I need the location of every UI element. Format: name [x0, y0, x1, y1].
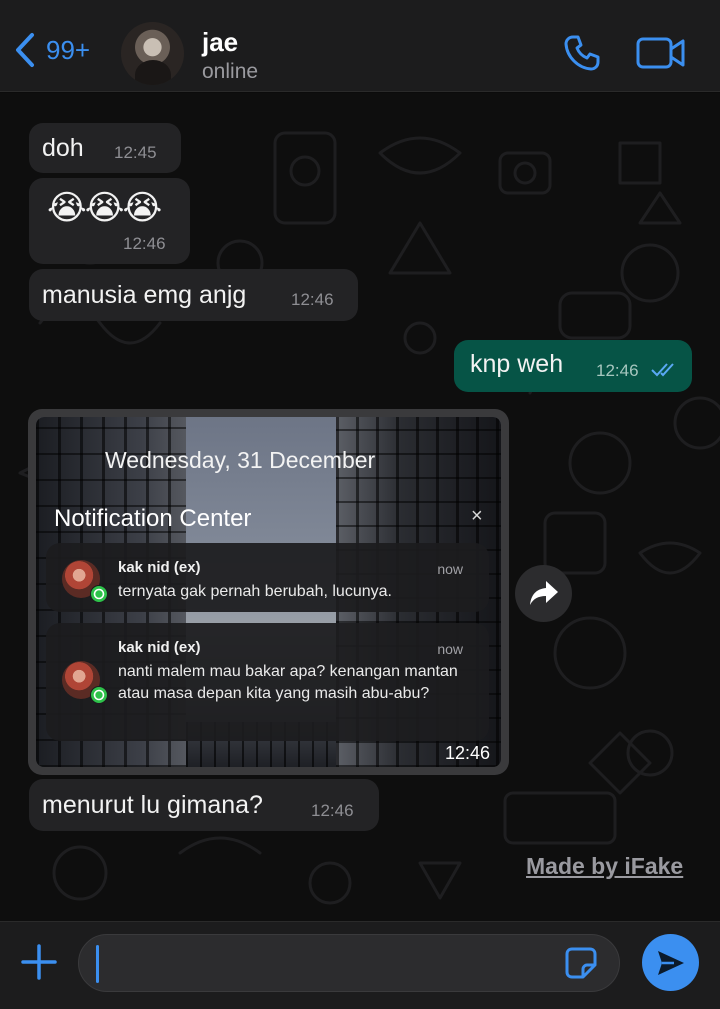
notification-card: kak nid (ex) now ternyata gak pernah ber… [46, 543, 489, 612]
message-text: knp weh [470, 350, 564, 378]
plus-icon[interactable] [20, 943, 58, 981]
contact-name[interactable]: jae [202, 27, 238, 58]
notification-card: kak nid (ex) now nanti malem mau bakar a… [46, 623, 489, 741]
forward-icon [530, 581, 558, 605]
message-field[interactable] [78, 934, 620, 992]
phone-icon[interactable] [562, 33, 602, 73]
chevron-left-icon [16, 33, 34, 67]
message-time: 12:46 [311, 801, 354, 820]
message-bubble[interactable]: menurut lu gimana? 12:46 [29, 779, 379, 831]
message-text: menurut lu gimana? [42, 791, 263, 819]
avatar[interactable] [121, 22, 184, 85]
lockscreen-date: Wednesday, 31 December [105, 447, 376, 473]
notification-center-title: Notification Center [54, 505, 252, 532]
message-time: 12:46 [291, 290, 334, 309]
notification-sender: kak nid (ex) [118, 639, 201, 656]
message-input[interactable] [97, 945, 557, 981]
notification-body: ternyata gak pernah berubah, lucunya. [118, 583, 392, 600]
notification-body: nanti malem mau bakar apa? kenangan mant… [118, 663, 458, 702]
send-button[interactable] [642, 934, 699, 991]
notification-sender: kak nid (ex) [118, 559, 201, 576]
image-message[interactable]: Wednesday, 31 December Notification Cent… [28, 409, 509, 775]
notification-screenshot[interactable]: Wednesday, 31 December Notification Cent… [36, 417, 501, 767]
close-icon: × [471, 505, 483, 527]
message-bubble[interactable]: doh 12:45 [29, 123, 181, 173]
chat-area[interactable]: doh 12:45 😭😭😭 12:46 manusia emg anjg 12:… [0, 93, 720, 921]
double-check-icon [651, 363, 674, 377]
message-text: 😭😭😭 [47, 189, 162, 227]
message-text: doh [42, 134, 84, 162]
message-time: 12:46 [445, 743, 491, 763]
message-bubble[interactable]: 😭😭😭 12:46 [29, 178, 190, 264]
sticker-icon[interactable] [564, 946, 598, 980]
forward-button[interactable] [515, 565, 572, 622]
message-time: 12:46 [123, 234, 166, 253]
message-text: manusia emg anjg [42, 281, 247, 309]
send-icon [658, 951, 684, 975]
notification-time: now [437, 641, 463, 657]
message-time: 12:46 [596, 361, 639, 380]
contact-status: online [202, 60, 259, 83]
watermark: Made by iFake [526, 853, 684, 879]
chat-header: 99+ jae online [0, 0, 720, 92]
message-bubble-outgoing[interactable]: knp weh 12:46 [454, 340, 692, 392]
whatsapp-icon [90, 686, 108, 704]
video-camera-icon[interactable] [636, 36, 686, 70]
message-time: 12:45 [114, 143, 157, 162]
notification-time: now [437, 561, 463, 577]
message-bubble[interactable]: manusia emg anjg 12:46 [29, 269, 358, 321]
unread-count: 99+ [46, 34, 91, 65]
whatsapp-icon [90, 585, 108, 603]
back-button[interactable]: 99+ [14, 32, 90, 68]
